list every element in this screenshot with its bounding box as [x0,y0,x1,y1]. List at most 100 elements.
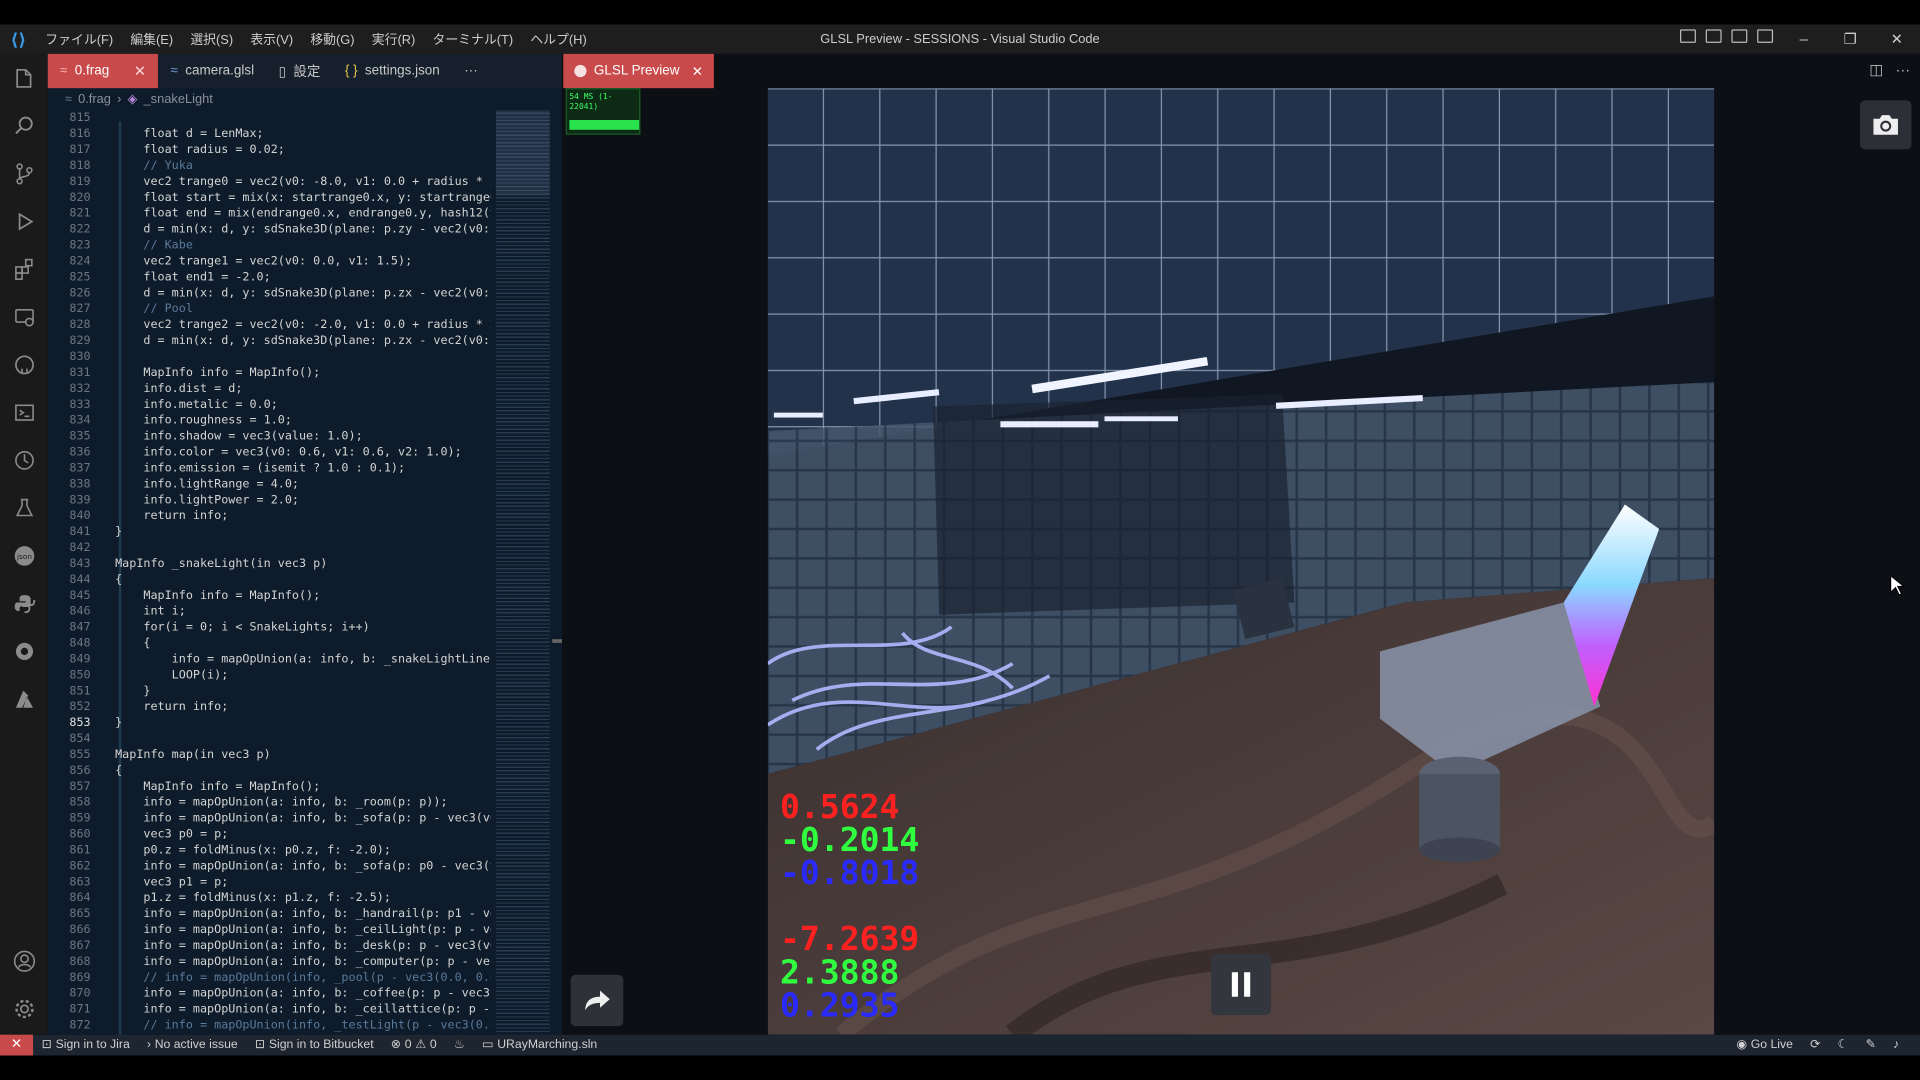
code-line[interactable]: 851 } [48,683,491,699]
code-line[interactable]: 829 d = min(x: d, y: sdSnake3D(plane: p.… [48,333,491,349]
extensions-icon[interactable] [0,247,48,291]
code-line[interactable]: 853} [48,715,491,731]
active-issue[interactable]: › No active issue [138,1038,246,1051]
menu-item[interactable]: ファイル(F) [37,30,122,48]
editor-scrollbar[interactable] [552,639,563,643]
menu-item[interactable]: 表示(V) [242,30,302,48]
maximize-button[interactable]: ❐ [1827,24,1874,53]
tab-settings-json[interactable]: { } settings.json [333,54,452,88]
code-line[interactable]: 831 MapInfo info = MapInfo(); [48,365,491,381]
menu-item[interactable]: 選択(S) [182,30,242,48]
code-line[interactable]: 859 info = mapOpUnion(a: info, b: _sofa(… [48,811,491,827]
bitbucket-sign-in[interactable]: ⊡ Sign in to Bitbucket [246,1038,382,1051]
explorer-icon[interactable] [0,56,48,100]
browser-icon[interactable] [0,629,48,673]
minimize-button[interactable]: – [1780,24,1827,53]
settings-gear-icon[interactable] [0,987,48,1031]
code-line[interactable]: 817 float radius = 0.02; [48,142,491,158]
code-line[interactable]: 864 p1.z = foldMinus(x: p1.z, f: -2.5); [48,890,491,906]
code-line[interactable]: 852 return info; [48,699,491,715]
account-icon[interactable] [0,939,48,983]
code-line[interactable]: 823 // Kabe [48,238,491,254]
code-line[interactable]: 835 info.shadow = vec3(value: 1.0); [48,429,491,445]
code-line[interactable]: 815 [48,110,491,126]
search-icon[interactable] [0,104,48,148]
close-window-button[interactable]: ✕ [1873,24,1920,53]
code-line[interactable]: 832 info.dist = d; [48,381,491,397]
more-actions-icon[interactable]: ··· [1896,61,1911,78]
code-line[interactable]: 839 info.lightPower = 2.0; [48,492,491,508]
code-line[interactable]: 865 info = mapOpUnion(a: info, b: _handr… [48,906,491,922]
code-line[interactable]: 834 info.roughness = 1.0; [48,413,491,429]
code-line[interactable]: 854 [48,731,491,747]
more-tabs-button[interactable]: ··· [452,54,490,88]
code-line[interactable]: 870 info = mapOpUnion(a: info, b: _coffe… [48,986,491,1002]
remote-indicator[interactable]: ✕ [0,1034,34,1056]
code-line[interactable]: 833 info.metalic = 0.0; [48,397,491,413]
screenshot-camera-button[interactable] [1860,100,1912,150]
code-line[interactable]: 863 vec3 p1 = p; [48,874,491,890]
code-line[interactable]: 821 float end = mix(endrange0.x, endrang… [48,206,491,222]
azure-icon[interactable] [0,677,48,721]
sync-icon[interactable]: ⟳ [1802,1038,1829,1051]
code-line[interactable]: 840 return info; [48,508,491,524]
code-line[interactable]: 830 [48,349,491,365]
code-line[interactable]: 846 int i; [48,604,491,620]
pause-button[interactable] [1211,953,1272,1016]
code-line[interactable]: 836 info.color = vec3(v0: 0.6, v1: 0.6, … [48,444,491,460]
tab-settings[interactable]: ▯ 設定 [266,54,332,88]
test-icon[interactable] [0,486,48,530]
go-live-button[interactable]: ◉ Go Live [1728,1038,1802,1051]
github-icon[interactable] [0,343,48,387]
code-line[interactable]: 849 info = mapOpUnion(a: info, b: _snake… [48,651,491,667]
timeline-icon[interactable] [0,438,48,482]
code-line[interactable]: 842 [48,540,491,556]
code-line[interactable]: 861 p0.z = foldMinus(x: p0.z, f: -2.0); [48,842,491,858]
code-line[interactable]: 828 vec2 trange2 = vec2(v0: -2.0, v1: 0.… [48,317,491,333]
code-line[interactable]: 848 { [48,636,491,652]
code-line[interactable]: 819 vec2 trange0 = vec2(v0: -8.0, v1: 0.… [48,174,491,190]
close-tab-icon[interactable]: ✕ [692,63,703,79]
minimap[interactable] [495,110,550,1035]
split-editor-icon[interactable]: ◫ [1869,61,1883,78]
code-line[interactable]: 820 float start = mix(x: startrange0.x, … [48,190,491,206]
code-line[interactable]: 847 for(i = 0; i < SnakeLights; i++) [48,620,491,636]
toggle-panel-icon[interactable] [1705,29,1722,43]
code-line[interactable]: 837 info.emission = (isemit ? 1.0 : 0.1)… [48,460,491,476]
code-line[interactable]: 818 // Yuka [48,158,491,174]
code-line[interactable]: 825 float end1 = -2.0; [48,269,491,285]
code-line[interactable]: 850 LOOP(i); [48,667,491,683]
tab-glsl-preview[interactable]: GLSL Preview ✕ [563,53,715,89]
code-line[interactable]: 869 // info = mapOpUnion(info, _pool(p -… [48,970,491,986]
toggle-sidebar-icon[interactable] [1680,29,1696,43]
toggle-secondary-sidebar-icon[interactable] [1731,29,1748,43]
code-line[interactable]: 860 vec3 p0 = p; [48,827,491,843]
terminal-icon[interactable] [0,391,48,435]
code-line[interactable]: 867 info = mapOpUnion(a: info, b: _desk(… [48,938,491,954]
menu-item[interactable]: 実行(R) [363,30,424,48]
menu-item[interactable]: 移動(G) [302,30,363,48]
menu-item[interactable]: ヘルプ(H) [522,30,596,48]
run-debug-icon[interactable] [0,200,48,244]
source-control-icon[interactable] [0,152,48,196]
code-line[interactable]: 857 MapInfo info = MapInfo(); [48,779,491,795]
tab-camera-glsl[interactable]: ≈ camera.glsl [158,54,266,88]
flame-icon[interactable]: ♨ [445,1038,473,1051]
code-line[interactable]: 855 MapInfo map(in vec3 p) [48,747,491,763]
customize-layout-icon[interactable] [1757,29,1774,43]
code-line[interactable]: 816 float d = LenMax; [48,126,491,142]
code-line[interactable]: 843 MapInfo _snakeLight(in vec3 p) [48,556,491,572]
theme-icon[interactable]: ☾ [1829,1038,1857,1051]
breadcrumb-file[interactable]: 0.frag [78,92,111,107]
menu-item[interactable]: ターミナル(T) [424,30,522,48]
code-line[interactable]: 845 MapInfo info = MapInfo(); [48,588,491,604]
tab-0-frag[interactable]: ≈ 0.frag ✕ [47,53,159,89]
code-line[interactable]: 826 d = min(x: d, y: sdSnake3D(plane: p.… [48,285,491,301]
code-line[interactable]: 844 { [48,572,491,588]
python-icon[interactable] [0,582,48,626]
code-line[interactable]: 824 vec2 trange1 = vec2(v0: 0.0, v1: 1.5… [48,253,491,269]
code-line[interactable]: 838 info.lightRange = 4.0; [48,476,491,492]
solution-indicator[interactable]: ▭ URayMarching.sln [473,1038,605,1051]
code-area[interactable]: 815 816 float d = LenMax; 817 float radius… [48,110,491,1034]
menu-item[interactable]: 編集(E) [122,30,182,48]
